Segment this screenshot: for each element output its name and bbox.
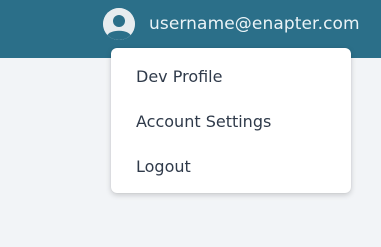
- menu-item-account-settings[interactable]: Account Settings: [111, 99, 351, 144]
- user-menu-trigger[interactable]: username@enapter.com: [103, 8, 360, 40]
- menu-item-logout[interactable]: Logout: [111, 144, 351, 189]
- user-dropdown-menu: Dev Profile Account Settings Logout: [111, 48, 351, 193]
- user-avatar-icon[interactable]: [103, 8, 135, 40]
- menu-item-dev-profile[interactable]: Dev Profile: [111, 54, 351, 99]
- user-email[interactable]: username@enapter.com: [149, 14, 360, 34]
